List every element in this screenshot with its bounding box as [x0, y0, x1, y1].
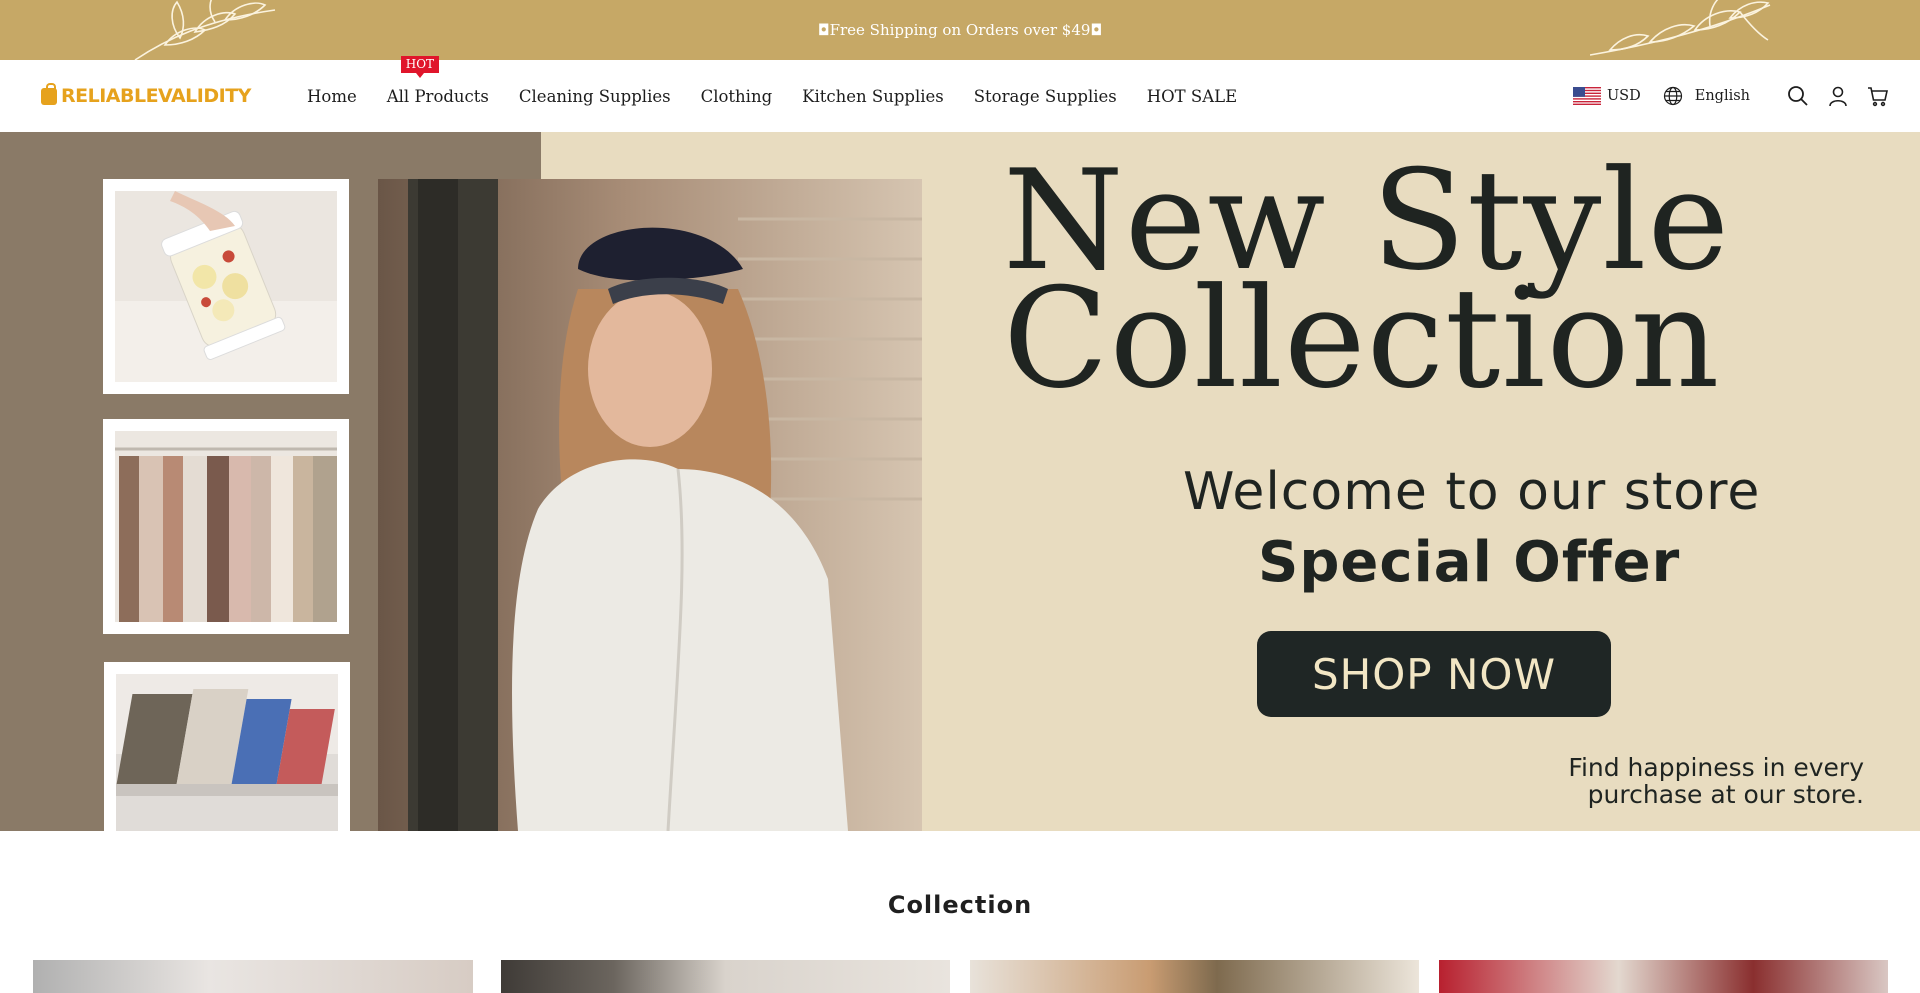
nav-item-all-products[interactable]: All Products HOT [372, 55, 504, 106]
hero-tagline-line1: Find happiness in every [1568, 753, 1864, 782]
collection-title: Collection [887, 891, 1033, 919]
site-header: RELIABLEVALIDITY Home All Products HOT C… [0, 55, 1920, 133]
globe-icon [1663, 86, 1682, 106]
clothing-rack-image-icon [115, 431, 337, 622]
search-icon[interactable] [1786, 84, 1810, 108]
hero-headline-line2: Collection [1003, 258, 1721, 419]
hero-headline: New Style Collection [1003, 152, 1730, 419]
shop-now-button[interactable]: SHOP NOW [1257, 631, 1611, 717]
storage-drawer-image-icon [116, 674, 338, 831]
collection-card[interactable] [33, 960, 473, 993]
main-nav: Home All Products HOT Cleaning Supplies … [307, 55, 1252, 132]
currency-label: USD [1606, 88, 1641, 104]
collection-card[interactable] [1439, 960, 1888, 993]
hero-tagline-line2: purchase at our store. [1587, 780, 1864, 809]
nav-item-home[interactable]: Home [307, 87, 372, 106]
nav-item-storage-supplies[interactable]: Storage Supplies [959, 87, 1132, 106]
us-flag-icon [1572, 87, 1601, 105]
product-thumbnail [103, 179, 349, 394]
hot-badge: HOT [400, 55, 440, 78]
hero-special-offer: Special Offer [1258, 530, 1681, 595]
model-image-icon [378, 179, 922, 831]
announcement-bar: ◘Free Shipping on Orders over $49◘ [0, 0, 1920, 60]
shopping-bag-icon [41, 82, 57, 105]
language-label: English [1694, 88, 1750, 104]
nav-item-hot-sale[interactable]: HOT SALE [1132, 87, 1252, 106]
currency-selector[interactable]: USD [1572, 87, 1641, 105]
header-utilities: USD English [1572, 60, 1890, 132]
collection-card[interactable] [501, 960, 950, 993]
logo-text: RELIABLEVALIDITY [61, 85, 251, 107]
leaf-decoration-icon [1590, 0, 1771, 56]
hero-model-photo [378, 179, 922, 831]
cart-icon[interactable] [1866, 84, 1890, 108]
collection-cards [0, 960, 1920, 993]
nav-item-cleaning-supplies[interactable]: Cleaning Supplies [504, 87, 686, 106]
nav-item-kitchen-supplies[interactable]: Kitchen Supplies [787, 87, 959, 106]
account-icon[interactable] [1826, 84, 1850, 108]
nav-item-clothing[interactable]: Clothing [686, 87, 788, 106]
hero-tagline: Find happiness in every purchase at our … [1568, 754, 1864, 808]
language-selector[interactable]: English [1663, 86, 1750, 106]
collection-card[interactable] [970, 960, 1419, 993]
jar-image-icon [115, 191, 337, 382]
product-thumbnail [103, 419, 349, 634]
hero-welcome-text: Welcome to our store [1183, 462, 1761, 522]
hero-banner[interactable]: New Style Collection Welcome to our stor… [0, 132, 1920, 831]
logo[interactable]: RELIABLEVALIDITY [41, 82, 251, 108]
nav-item-label: All Products [386, 86, 489, 106]
product-thumbnail [104, 662, 350, 831]
